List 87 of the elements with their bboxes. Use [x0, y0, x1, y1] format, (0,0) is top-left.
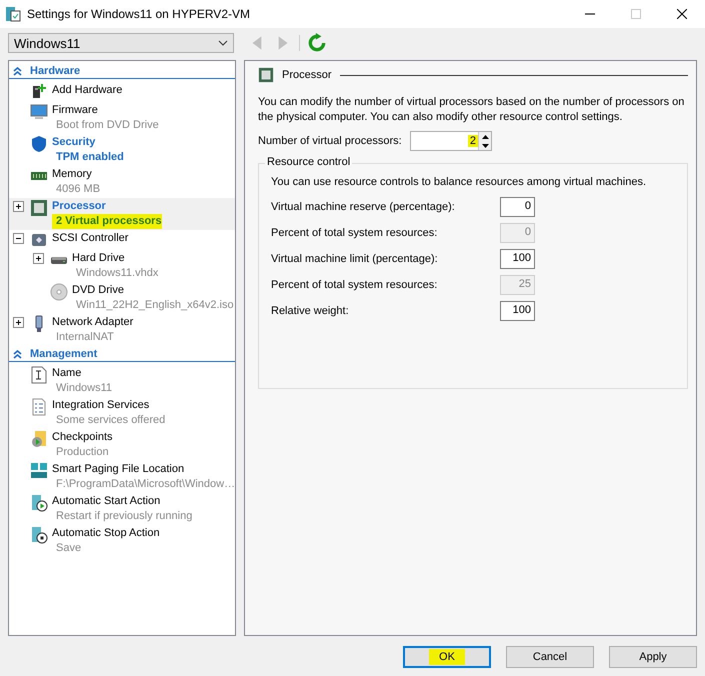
item-detail: Win11_22H2_English_x64v2.iso: [75, 298, 234, 313]
number-field[interactable]: 100: [500, 301, 535, 321]
settings-app-icon: [5, 6, 21, 22]
number-field[interactable]: 0: [500, 197, 535, 217]
field-label: Percent of total system resources:: [271, 279, 438, 291]
chip-icon: [30, 199, 48, 217]
chip-icon: [258, 67, 274, 83]
expand-icon[interactable]: [33, 253, 44, 264]
item-title: Hard Drive: [72, 251, 126, 266]
item-detail: Some services offered: [55, 413, 166, 428]
item-detail: Save: [55, 541, 82, 556]
refresh-icon[interactable]: [307, 33, 327, 53]
item-title: Memory: [52, 167, 93, 182]
sidebar-item[interactable]: DVD Drive Win11_22H2_English_x64v2.iso: [29, 282, 235, 314]
item-title: Firmware: [52, 103, 99, 118]
panel-description: You can modify the number of virtual processors based on the number of processors on the physical computer. You can also modify other resource control settings.: [258, 95, 686, 125]
sidebar-item[interactable]: Memory 4096 MB: [9, 166, 235, 198]
shield-icon: [30, 135, 48, 153]
item-title: Network Adapter: [52, 315, 134, 330]
expand-icon[interactable]: [13, 201, 24, 212]
sidebar-item[interactable]: Automatic Start Action Restart if previously running: [9, 493, 235, 525]
stop-action-icon: [30, 526, 48, 544]
sidebar-item[interactable]: Network Adapter InternalNAT: [9, 314, 235, 346]
field-label: Number of virtual processors:: [258, 135, 403, 147]
item-detail: F:\ProgramData\Microsoft\Window…: [55, 477, 235, 492]
group-title: Resource control: [265, 156, 352, 168]
number-field[interactable]: 100: [500, 249, 535, 269]
group-description: You can use resource controls to balance resources among virtual machines.: [271, 176, 648, 188]
item-title: DVD Drive: [72, 283, 125, 298]
sidebar-item[interactable]: SCSI Controller: [9, 230, 235, 250]
dialog-button[interactable]: OK: [403, 646, 491, 668]
item-title: Smart Paging File Location: [52, 462, 186, 477]
item-detail: 4096 MB: [55, 182, 100, 197]
item-title: Integration Services: [52, 398, 150, 413]
item-title: Automatic Start Action: [52, 494, 162, 509]
sidebar-item[interactable]: Smart Paging File Location F:\ProgramData\Microsoft\Window…: [9, 461, 235, 493]
item-title: Automatic Stop Action: [52, 526, 160, 541]
section-header[interactable]: Management: [9, 346, 235, 362]
item-detail: InternalNAT: [55, 330, 114, 345]
panel-title: Processor: [282, 69, 332, 81]
monitor-icon: [30, 103, 48, 121]
text-cursor-icon: [30, 366, 48, 384]
sidebar-item[interactable]: Name Windows11: [9, 365, 235, 397]
item-detail: Windows11: [55, 381, 112, 396]
item-detail: Boot from DVD Drive: [55, 118, 159, 133]
sidebar-item[interactable]: Hard Drive Windows11.vhdx: [29, 250, 235, 282]
sidebar-item[interactable]: Security TPM enabled: [9, 134, 235, 166]
checklist-icon: [30, 398, 48, 416]
field-label: Relative weight:: [271, 305, 350, 317]
item-detail: Production: [55, 445, 109, 460]
field-label: Percent of total system resources:: [271, 227, 438, 239]
item-title: Checkpoints: [52, 430, 113, 445]
dialog-button[interactable]: Cancel: [506, 646, 594, 668]
controller-icon: [30, 231, 48, 249]
item-detail: 2 Virtual processors: [52, 214, 162, 229]
collapse-chevrons-icon: [13, 350, 22, 358]
sidebar-item[interactable]: Firmware Boot from DVD Drive: [9, 102, 235, 134]
item-title: Processor: [52, 199, 107, 214]
collapse-icon[interactable]: [13, 233, 24, 244]
item-detail: TPM enabled: [55, 150, 124, 165]
sidebar-item[interactable]: Processor 2 Virtual processors: [9, 198, 235, 230]
sidebar-item[interactable]: Integration Services Some services offered: [9, 397, 235, 429]
paging-file-icon: [30, 462, 48, 480]
item-title: SCSI Controller: [52, 231, 128, 246]
sidebar-item[interactable]: Checkpoints Production: [9, 429, 235, 461]
window-title: Settings for Windows11 on HYPERV2-VM: [27, 7, 251, 21]
item-title: Add Hardware: [52, 83, 122, 98]
sidebar-item[interactable]: Automatic Stop Action Save: [9, 525, 235, 557]
close-icon[interactable]: [677, 9, 687, 19]
expand-icon[interactable]: [13, 317, 24, 328]
item-detail: Restart if previously running: [55, 509, 192, 524]
item-title: Name: [52, 366, 82, 381]
processor-count-spinner[interactable]: 2: [410, 131, 492, 151]
disc-icon: [50, 283, 68, 301]
vm-dropdown[interactable]: Windows11: [8, 33, 234, 53]
item-detail: Windows11.vhdx: [75, 266, 158, 281]
add-hardware-icon: [30, 83, 48, 101]
item-title: Security: [52, 135, 96, 150]
section-header[interactable]: Hardware: [9, 63, 235, 79]
sidebar-item[interactable]: Add Hardware: [9, 82, 235, 102]
chevron-down-icon: [218, 40, 228, 46]
field-label: Virtual machine limit (percentage):: [271, 253, 439, 265]
collapse-chevrons-icon: [13, 66, 22, 76]
dialog-button[interactable]: Apply: [609, 646, 697, 668]
field-label: Virtual machine reserve (percentage):: [271, 201, 456, 213]
start-action-icon: [30, 494, 48, 512]
checkpoint-icon: [30, 430, 48, 448]
